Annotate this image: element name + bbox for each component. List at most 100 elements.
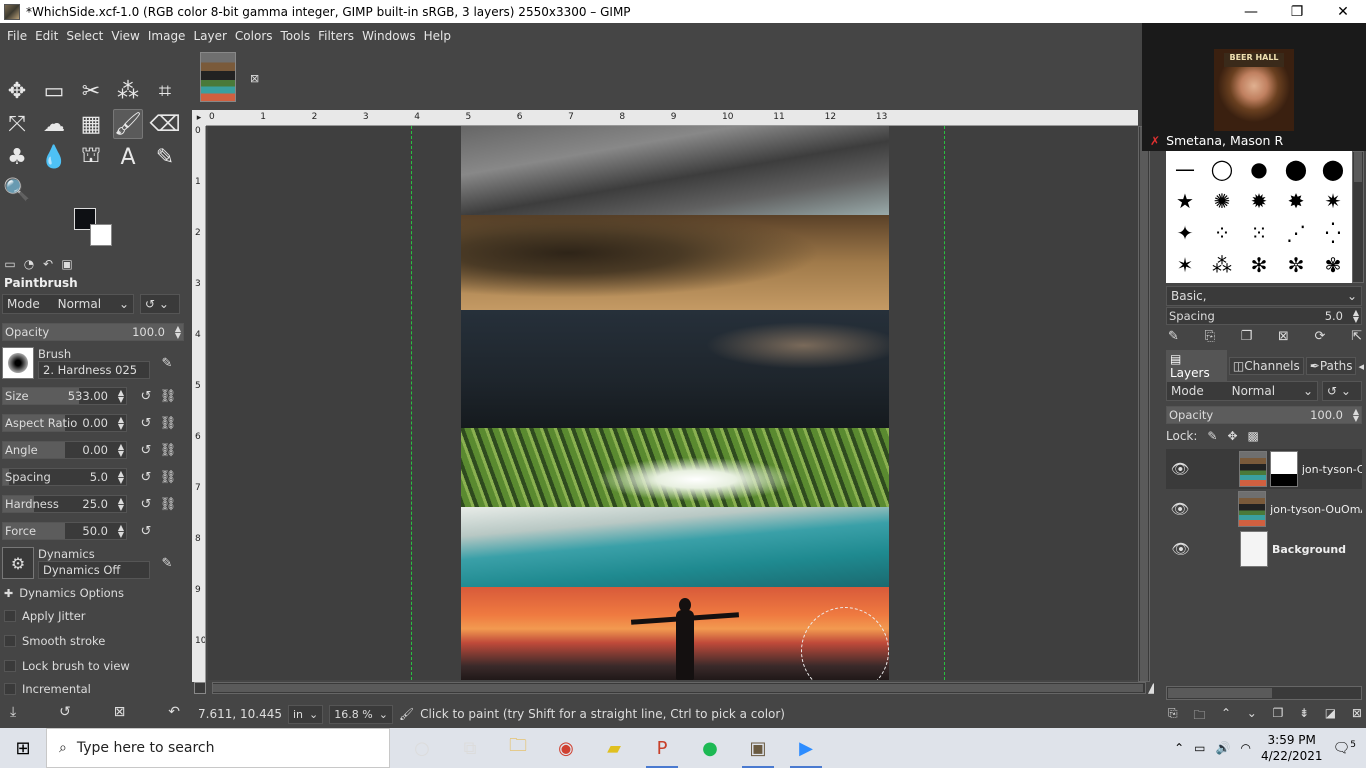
close-button[interactable]: ✕	[1320, 0, 1366, 23]
gradient-tool-icon[interactable]: ▦	[76, 109, 106, 139]
clone-tool-icon[interactable]: ♣	[2, 142, 32, 172]
layer-mode-reset[interactable]: ↺ ⌄	[1322, 381, 1362, 401]
spin-arrows-icon[interactable]: ▲ ▼	[118, 470, 124, 485]
brush-preset-icon[interactable]: ⁘	[1205, 217, 1239, 249]
new-layer-icon[interactable]: ⎘	[1168, 706, 1178, 727]
new-group-icon[interactable]: 🗀	[1193, 706, 1205, 727]
brushes-grid[interactable]: —◯●⬤⬤★✺✹✸✷✦⁘⁙⋰⁛✶⁂✻✼✾❀❁✿⬣✺	[1166, 151, 1352, 283]
spin-arrows-icon[interactable]: ▲ ▼	[118, 497, 124, 512]
menu-view[interactable]: View	[107, 29, 143, 43]
zoom-icon[interactable]: ▶	[782, 728, 830, 768]
delete-brush-icon[interactable]: ⊠	[1278, 329, 1289, 344]
move-tool-icon[interactable]: ✥	[2, 76, 32, 106]
images-tab-icon[interactable]: ▣	[59, 256, 75, 272]
link-icon[interactable]: ⛓	[159, 387, 177, 405]
free-select-tool-icon[interactable]: ✂	[76, 76, 106, 106]
brush-preset-icon[interactable]: ✻	[1242, 249, 1276, 281]
layer-item[interactable]: 👁 jon-tyson-C	[1166, 449, 1362, 489]
notifications-icon[interactable]: 🗨5	[1332, 740, 1356, 757]
brush-preset-icon[interactable]: ✹	[1242, 185, 1276, 217]
apply-jitter-checkbox[interactable]: Apply Jitter	[4, 609, 86, 623]
mask-layer-icon[interactable]: ◪	[1325, 706, 1336, 727]
transform-tool-icon[interactable]: ⤧	[2, 109, 32, 139]
spin-arrows-icon[interactable]: ▲ ▼	[118, 416, 124, 431]
paths-tool-icon[interactable]: ⛫	[76, 142, 106, 172]
task-view-icon[interactable]: ⧉	[446, 728, 494, 768]
wifi-icon[interactable]: ◠	[1240, 741, 1250, 755]
lock-alpha-icon[interactable]: ▩	[1248, 429, 1259, 443]
fuzzy-select-tool-icon[interactable]: ⁂	[113, 76, 143, 106]
delete-preset-icon[interactable]: ⊠	[114, 704, 126, 720]
aspect-slider[interactable]: Aspect Ratio 0.00 ▲ ▼	[2, 414, 127, 432]
maximize-button[interactable]: ❐	[1274, 0, 1320, 23]
lower-layer-icon[interactable]: ⌄	[1247, 706, 1257, 727]
brush-preset-icon[interactable]: ✺	[1205, 185, 1239, 217]
tool-options-tab-icon[interactable]: ▭	[2, 256, 18, 272]
zoom-selector[interactable]: 16.8 % ⌄	[329, 704, 393, 724]
eraser-tool-icon[interactable]: ⌫	[149, 109, 180, 139]
incremental-checkbox[interactable]: Incremental	[4, 682, 91, 696]
eye-icon[interactable]: 👁	[1166, 500, 1194, 518]
menu-select[interactable]: Select	[62, 29, 107, 43]
menu-colors[interactable]: Colors	[231, 29, 277, 43]
reset-icon[interactable]: ↺	[137, 468, 155, 486]
menu-filters[interactable]: Filters	[314, 29, 358, 43]
brush-preset-icon[interactable]: ●	[1242, 153, 1276, 185]
menu-layer[interactable]: Layer	[189, 29, 230, 43]
spin-arrows-icon[interactable]: ▲ ▼	[175, 325, 181, 340]
mode-combo[interactable]: Mode Normal ⌄	[2, 294, 134, 314]
opacity-slider[interactable]: Opacity 100.0 ▲ ▼	[2, 323, 184, 341]
layer-item[interactable]: 👁 jon-tyson-OuOmA	[1166, 489, 1362, 529]
crop-tool-icon[interactable]: ⌗	[150, 76, 180, 106]
refresh-brushes-icon[interactable]: ⟳	[1315, 329, 1326, 344]
spin-arrows-icon[interactable]: ▲ ▼	[118, 524, 124, 539]
background-color[interactable]	[90, 224, 112, 246]
image-document[interactable]	[461, 126, 889, 680]
brush-preset-icon[interactable]: ⬤	[1316, 153, 1350, 185]
brush-preset-icon[interactable]: ✺	[1316, 281, 1350, 283]
reset-mode-button[interactable]: ↺ ⌄	[140, 294, 180, 314]
layer-mask-thumbnail[interactable]	[1269, 451, 1298, 487]
close-tab-icon[interactable]: ⊠	[250, 72, 259, 85]
link-icon[interactable]: ⛓	[159, 468, 177, 486]
reset-icon[interactable]: ↺	[137, 522, 155, 540]
link-icon[interactable]: ⛓	[159, 414, 177, 432]
chrome-icon[interactable]: ◉	[542, 728, 590, 768]
edit-brush-icon[interactable]: ✎	[1168, 329, 1179, 344]
angle-slider[interactable]: Angle 0.00 ▲ ▼	[2, 441, 127, 459]
spin-arrows-icon[interactable]: ▲ ▼	[1353, 408, 1359, 423]
duplicate-layer-icon[interactable]: ❐	[1273, 706, 1284, 727]
brushes-scrollbar[interactable]	[1352, 151, 1364, 283]
text-tool-icon[interactable]: A	[113, 142, 143, 172]
reset-icon[interactable]: ↺	[137, 414, 155, 432]
brush-spacing-slider[interactable]: Spacing 5.0 ▲ ▼	[1166, 307, 1362, 325]
tab-paths[interactable]: ✒Paths	[1305, 357, 1357, 375]
unit-selector[interactable]: in ⌄	[287, 704, 324, 724]
brush-preset-icon[interactable]: ❀	[1168, 281, 1202, 283]
spin-arrows-icon[interactable]: ▲ ▼	[1353, 309, 1359, 324]
brush-preset-icon[interactable]: ✾	[1316, 249, 1350, 281]
brush-preset-icon[interactable]: ✦	[1168, 217, 1202, 249]
reset-defaults-icon[interactable]: ↶	[168, 704, 180, 720]
image-tab-thumbnail[interactable]	[200, 52, 236, 102]
image-viewport[interactable]	[208, 126, 1138, 680]
raise-layer-icon[interactable]: ⌃	[1221, 706, 1231, 727]
brush-name[interactable]: 2. Hardness 025	[38, 361, 150, 379]
layer-mode-combo[interactable]: Mode Normal ⌄	[1166, 381, 1318, 401]
powerpoint-icon[interactable]: P	[638, 728, 686, 768]
cortana-icon[interactable]: ○	[398, 728, 446, 768]
smudge-tool-icon[interactable]: 💧	[39, 142, 69, 172]
lock-position-icon[interactable]: ✥	[1227, 429, 1237, 443]
taskbar-clock[interactable]: 3:59 PM 4/22/2021	[1261, 732, 1323, 764]
brush-preset-icon[interactable]: ⁙	[1242, 217, 1276, 249]
paintbrush-tool-icon[interactable]: 🖌	[113, 109, 143, 139]
menu-file[interactable]: File	[3, 29, 31, 43]
file-explorer-icon[interactable]: 🗀	[494, 728, 542, 768]
reset-icon[interactable]: ↺	[137, 387, 155, 405]
brush-preset-icon[interactable]: ⋰	[1279, 217, 1313, 249]
taskbar-search[interactable]: ⌕ Type here to search	[46, 728, 390, 768]
brush-preset-icon[interactable]: ⬣	[1279, 281, 1313, 283]
zoom-tool-icon[interactable]: 🔍	[2, 175, 32, 205]
smooth-stroke-checkbox[interactable]: Smooth stroke	[4, 634, 105, 648]
eye-icon[interactable]: 👁	[1166, 460, 1195, 478]
